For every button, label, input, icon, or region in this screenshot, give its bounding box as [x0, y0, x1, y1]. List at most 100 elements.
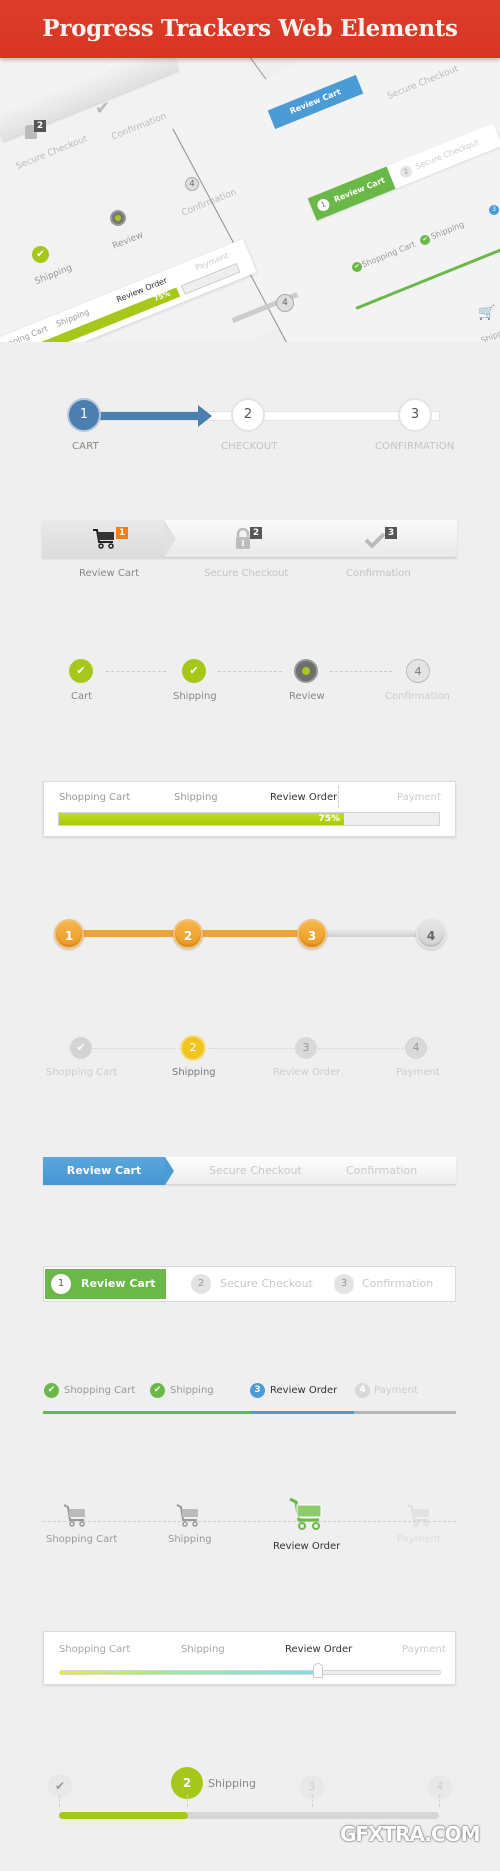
- step-circle-2[interactable]: 2: [231, 398, 265, 432]
- underline-step-3[interactable]: 3: [250, 1383, 265, 1398]
- tracker-slider: Shopping Cart Shipping Review Order Paym…: [43, 1631, 456, 1685]
- dots-label-shipping: Shipping: [173, 691, 217, 702]
- step-label-checkout: CHECKOUT: [221, 441, 278, 452]
- hero-cart-icon: 🛒: [478, 305, 496, 321]
- step-circle-3[interactable]: 3: [398, 398, 432, 432]
- green-tab-num-2: 2: [191, 1274, 211, 1294]
- slider-label-payment: Payment: [402, 1644, 446, 1655]
- dots-connector: [106, 671, 166, 672]
- blue-tab-review-cart[interactable]: Review Cart: [43, 1157, 165, 1185]
- page-header: Progress Trackers Web Elements: [0, 0, 500, 58]
- green-tab-label-3[interactable]: Confirmation: [362, 1267, 433, 1301]
- step-circle-4[interactable]: 4: [406, 659, 430, 683]
- yellow-label-shipping: Shipping: [172, 1067, 216, 1078]
- cart-icon[interactable]: [62, 1503, 90, 1529]
- slider-fill: [60, 1671, 319, 1674]
- underline-step-4[interactable]: 4: [355, 1383, 370, 1398]
- page-title: Progress Trackers Web Elements: [42, 15, 458, 42]
- lime-label-shipping: Shipping: [208, 1777, 256, 1790]
- carts-connector: [43, 1521, 456, 1522]
- step-label-cart: CART: [72, 441, 99, 452]
- percent-divider: [338, 786, 339, 808]
- hero-check-icon: ✔: [32, 246, 49, 263]
- underline-label-shipping: Shipping: [170, 1385, 214, 1396]
- carts-label-review-order: Review Order: [273, 1541, 341, 1552]
- dots-label-cart: Cart: [71, 691, 93, 702]
- hero-badge-2: 2: [34, 120, 46, 132]
- watermark: GFXTRA.COM: [340, 1822, 481, 1846]
- green-tab-label-1: Review Cart: [81, 1277, 156, 1290]
- orange-step-4[interactable]: 4: [416, 919, 446, 949]
- slider-label-shopping-cart: Shopping Cart: [59, 1644, 131, 1655]
- yellow-step-4[interactable]: 4: [405, 1037, 427, 1059]
- underline-segment-current: [251, 1411, 354, 1414]
- cart-icon[interactable]: [406, 1503, 434, 1529]
- cart-icon: [93, 529, 114, 549]
- lime-step-4[interactable]: 4: [428, 1775, 452, 1799]
- check-icon[interactable]: ✔: [150, 1383, 165, 1398]
- percent-label-shopping-cart: Shopping Cart: [59, 792, 131, 803]
- green-tab-label-2[interactable]: Secure Checkout: [220, 1267, 313, 1301]
- percent-label-shipping: Shipping: [174, 792, 218, 803]
- current-step-dot[interactable]: [294, 659, 318, 683]
- yellow-step-2[interactable]: 2: [182, 1037, 204, 1059]
- lime-fill: [59, 1812, 189, 1819]
- hero-green-num-2: 2: [398, 163, 414, 180]
- blue-tab-secure-checkout[interactable]: Secure Checkout: [209, 1157, 302, 1185]
- blue-tab-confirmation[interactable]: Confirmation: [346, 1157, 417, 1185]
- slider-track[interactable]: [59, 1663, 441, 1678]
- orange-step-1[interactable]: 1: [54, 919, 84, 949]
- icon-bar-label-confirmation: Confirmation: [346, 568, 411, 579]
- checkmark-icon: ✔: [95, 98, 111, 119]
- lime-tick: [312, 1795, 313, 1807]
- check-icon[interactable]: ✔: [182, 659, 206, 683]
- carts-label-payment: Payment: [397, 1534, 441, 1545]
- arrow-head-icon: [198, 405, 212, 427]
- orange-step-3[interactable]: 3: [297, 919, 327, 949]
- icon-bar-label-secure-checkout: Secure Checkout: [204, 568, 289, 579]
- carts-label-shopping-cart: Shopping Cart: [46, 1534, 118, 1545]
- dots-label-review: Review: [289, 691, 325, 702]
- dots-label-confirmation: Confirmation: [385, 691, 450, 702]
- hero-orange-step-4: 4: [276, 294, 294, 312]
- badge-step-2: 2: [250, 527, 262, 539]
- yellow-connector: [208, 1048, 294, 1049]
- hero-review-dot: [110, 210, 126, 226]
- carts-label-shipping: Shipping: [168, 1534, 212, 1545]
- check-icon[interactable]: ✔: [44, 1383, 59, 1398]
- slider-handle[interactable]: [313, 1663, 324, 1678]
- dots-connector: [218, 671, 282, 672]
- hero-check-2: ✔: [420, 235, 430, 245]
- cart-icon[interactable]: [175, 1503, 203, 1529]
- underline-label-shopping-cart: Shopping Cart: [64, 1385, 136, 1396]
- check-icon[interactable]: ✔: [69, 659, 93, 683]
- yellow-step-3[interactable]: 3: [295, 1037, 317, 1059]
- yellow-connector: [318, 1048, 404, 1049]
- step-circle-1[interactable]: 1: [67, 398, 101, 432]
- check-icon[interactable]: ✔: [48, 1774, 72, 1798]
- yellow-label-shopping-cart: Shopping Cart: [46, 1067, 118, 1078]
- check-icon[interactable]: ✔: [70, 1037, 92, 1059]
- hero-preview: 2 ✔ Secure Checkout Confirmation 4 Confi…: [0, 40, 500, 342]
- orange-step-2[interactable]: 2: [173, 919, 203, 949]
- cart-icon-active[interactable]: [287, 1496, 327, 1532]
- lime-track: [59, 1812, 439, 1819]
- tracker-blue-tabs: Review Cart Secure Checkout Confirmation: [43, 1157, 456, 1185]
- underline-segment-done: [43, 1411, 251, 1414]
- underline-label-review-order: Review Order: [270, 1385, 338, 1396]
- step-label-confirmation: CONFIRMATION: [375, 441, 455, 452]
- badge-step-1: 1: [116, 527, 128, 539]
- slider-label-review-order: Review Order: [285, 1644, 353, 1655]
- yellow-connector: [92, 1048, 186, 1049]
- tracker-percent-bar: Shopping Cart Shipping Review Order Paym…: [43, 781, 456, 837]
- lime-tick: [59, 1795, 60, 1807]
- checkmark-icon: [364, 532, 386, 548]
- green-tab-num-1: 1: [51, 1274, 71, 1294]
- badge-step-3: 3: [385, 527, 397, 539]
- underline-label-payment: Payment: [374, 1385, 418, 1396]
- hero-step-3: 3: [489, 205, 499, 215]
- tracker-green-tabs: Review Cart 1 2 Secure Checkout 3 Confir…: [43, 1266, 456, 1302]
- underline-segment-pending: [354, 1411, 456, 1414]
- green-tab-num-3: 3: [334, 1274, 354, 1294]
- yellow-label-review-order: Review Order: [273, 1067, 341, 1078]
